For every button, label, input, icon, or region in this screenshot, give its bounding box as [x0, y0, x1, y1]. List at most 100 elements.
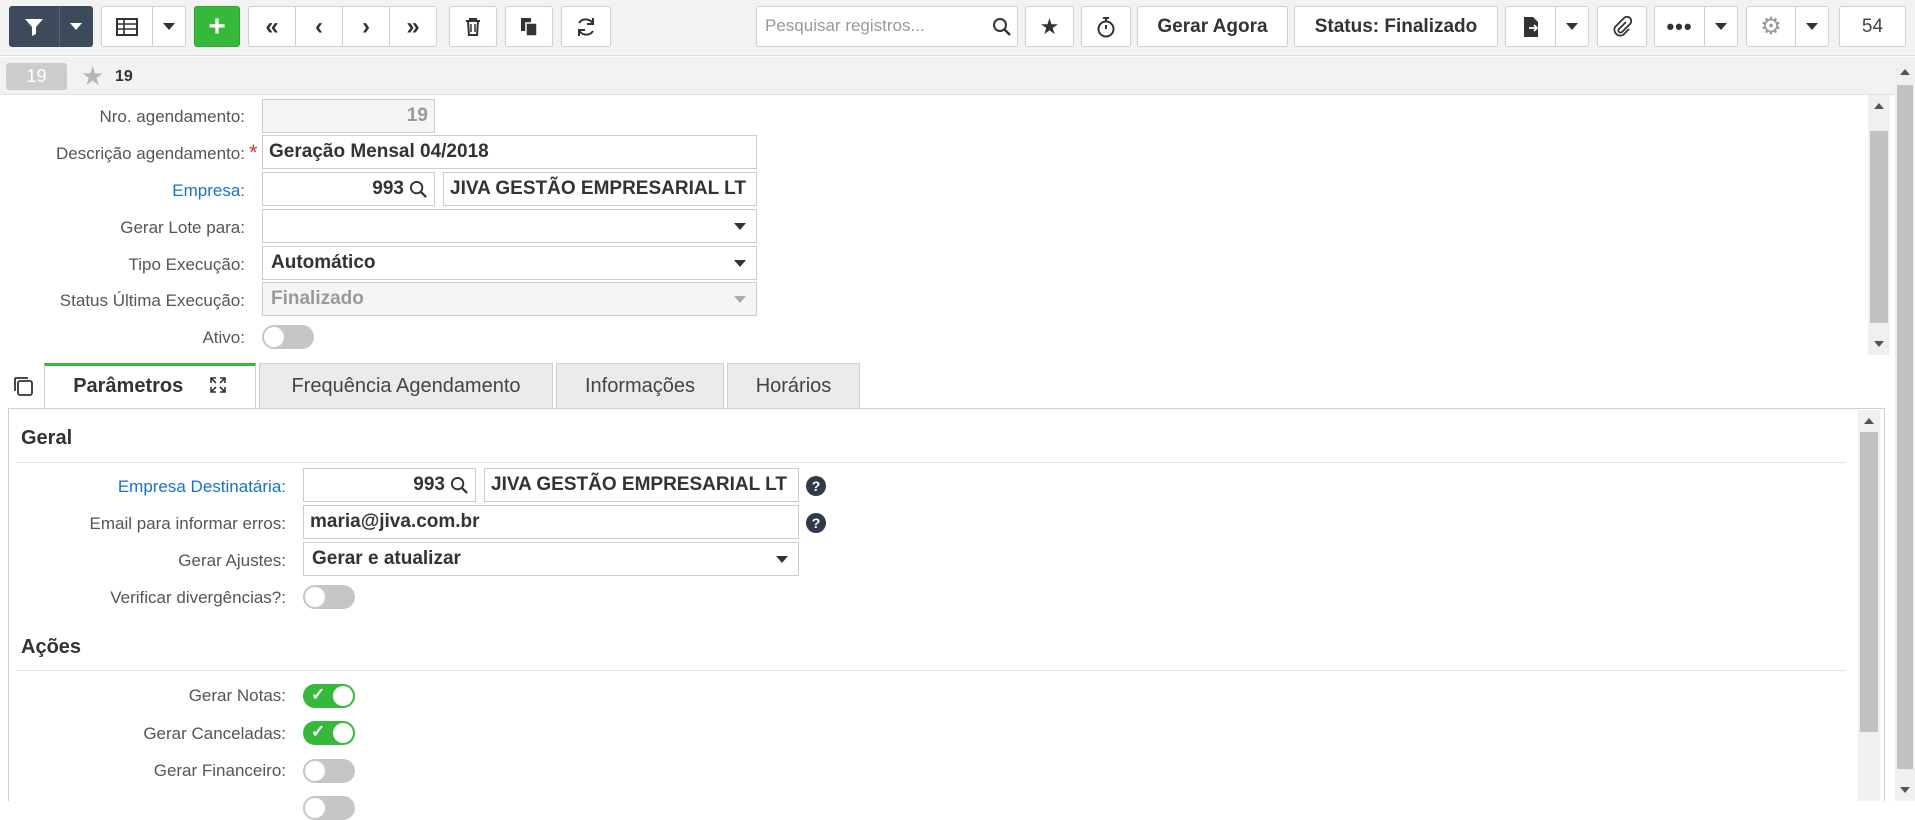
required-indicator: * [249, 140, 258, 165]
export-button[interactable] [1505, 6, 1556, 47]
toggle-knob [305, 798, 325, 818]
scroll-thumb[interactable] [1870, 131, 1888, 323]
scroll-thumb[interactable] [1897, 85, 1913, 769]
help-icon[interactable]: ? [806, 513, 826, 533]
favorite-label: 19 [115, 68, 133, 85]
search-icon[interactable] [450, 476, 469, 495]
chevron-down-icon [1566, 23, 1578, 30]
ativo-toggle[interactable] [262, 325, 314, 349]
status-ultima-select: Finalizado [262, 282, 757, 316]
section-geral-title: Geral [21, 427, 73, 449]
filter-dropdown-button[interactable] [59, 6, 93, 47]
search-input[interactable] [765, 16, 975, 36]
descricao-field[interactable]: Geração Mensal 04/2018 [262, 135, 757, 169]
empresa-destinataria-name-field: JIVA GESTÃO EMPRESARIAL LT [484, 468, 799, 502]
scroll-up-icon[interactable] [1874, 103, 1884, 109]
form-scrollbar[interactable] [1868, 95, 1890, 355]
toggle-knob [333, 723, 353, 743]
next-toggle-partial[interactable] [303, 796, 355, 820]
gerar-ajustes-select[interactable]: Gerar e atualizar [303, 542, 799, 576]
delete-button[interactable] [449, 6, 497, 47]
settings-dropdown[interactable] [1795, 6, 1829, 47]
section-divider [16, 670, 1846, 671]
gerar-lote-select[interactable] [262, 209, 757, 243]
tab-horarios[interactable]: Horários [727, 363, 860, 409]
previous-record-button[interactable]: ‹ [295, 6, 343, 47]
tab-parametros[interactable]: Parâmetros [44, 363, 256, 410]
chevron-down-icon [776, 556, 788, 563]
tipo-execucao-select[interactable]: Automático [262, 246, 757, 280]
chevron-down-icon [163, 23, 175, 30]
empresa-destinataria-label[interactable]: Empresa Destinatária: [0, 477, 286, 497]
grid-view-dropdown[interactable] [152, 6, 186, 47]
favorite-button[interactable]: ★ [1025, 6, 1074, 47]
duplicate-button[interactable] [505, 6, 553, 47]
grid-view-button[interactable] [101, 6, 153, 47]
gerar-financeiro-label: Gerar Financeiro: [153, 761, 286, 780]
search-icon[interactable] [992, 17, 1012, 37]
plus-icon: + [208, 9, 226, 43]
record-count: 54 [1839, 6, 1906, 47]
last-record-button[interactable]: » [389, 6, 437, 47]
status-ultima-value: Finalizado [271, 288, 364, 309]
chevron-down-icon [70, 23, 82, 30]
tab-parametros-label: Parâmetros [73, 375, 184, 397]
verificar-divergencias-toggle[interactable] [303, 585, 355, 609]
search-icon[interactable] [409, 180, 428, 199]
scroll-thumb[interactable] [1860, 432, 1878, 732]
double-chevron-left-icon: « [265, 12, 279, 40]
more-dropdown[interactable] [1704, 6, 1738, 47]
timer-button[interactable] [1081, 6, 1131, 47]
toggle-knob [333, 686, 353, 706]
help-icon[interactable]: ? [806, 476, 826, 496]
add-button[interactable]: + [194, 6, 240, 47]
empresa-label[interactable]: Empresa: [0, 181, 245, 201]
ativo-label: Ativo: [202, 328, 245, 347]
gerar-financeiro-toggle[interactable] [303, 759, 355, 783]
export-file-icon [1523, 16, 1538, 37]
chevron-left-icon: ‹ [315, 12, 323, 40]
panel-scrollbar[interactable] [1858, 410, 1880, 801]
page-scrollbar[interactable] [1895, 57, 1915, 801]
parametros-panel [8, 408, 1885, 801]
detach-tabs-icon[interactable] [12, 375, 36, 399]
more-button[interactable]: ••• [1654, 6, 1705, 47]
gerar-agora-button[interactable]: Gerar Agora [1137, 6, 1288, 47]
section-divider [16, 462, 1846, 463]
toggle-knob [305, 761, 325, 781]
gerar-canceladas-toggle[interactable]: ✓ [303, 721, 355, 745]
first-record-button[interactable]: « [248, 6, 296, 47]
record-header: 19 ★ 19 [0, 57, 1895, 95]
filter-icon [25, 18, 43, 36]
gerar-notas-toggle[interactable]: ✓ [303, 684, 355, 708]
gerar-notas-label: Gerar Notas: [188, 686, 286, 705]
scroll-up-icon[interactable] [1900, 69, 1910, 75]
empresa-destinataria-code-field[interactable]: 993 [303, 468, 476, 502]
gerar-ajustes-label: Gerar Ajustes: [178, 551, 286, 570]
refresh-button[interactable] [561, 6, 611, 47]
export-dropdown[interactable] [1555, 6, 1589, 47]
empresa-code-field[interactable]: 993 [262, 172, 435, 206]
expand-icon[interactable] [209, 376, 227, 394]
settings-button[interactable]: ⚙ [1746, 6, 1796, 47]
next-record-button[interactable]: › [342, 6, 390, 47]
toggle-knob [305, 587, 325, 607]
check-icon: ✓ [311, 685, 326, 704]
scroll-down-icon[interactable] [1874, 341, 1884, 347]
star-icon[interactable]: ★ [81, 61, 104, 92]
filter-button[interactable] [9, 6, 59, 47]
gerar-lote-label: Gerar Lote para: [120, 218, 245, 237]
empresa-destinataria-code: 993 [413, 474, 445, 495]
attachments-button[interactable] [1597, 6, 1647, 47]
status-button[interactable]: Status: Finalizado [1294, 6, 1498, 47]
scroll-down-icon[interactable] [1900, 787, 1910, 793]
descricao-label: Descrição agendamento: [55, 144, 245, 163]
gerar-ajustes-value: Gerar e atualizar [312, 548, 461, 569]
email-erros-field[interactable]: maria@jiva.com.br [303, 505, 799, 539]
search-box [756, 6, 1018, 47]
check-icon: ✓ [311, 722, 326, 741]
scroll-up-icon[interactable] [1864, 418, 1874, 424]
tab-informacoes[interactable]: Informações [556, 363, 724, 409]
tab-frequencia[interactable]: Frequência Agendamento [259, 363, 553, 409]
refresh-icon [578, 17, 594, 36]
